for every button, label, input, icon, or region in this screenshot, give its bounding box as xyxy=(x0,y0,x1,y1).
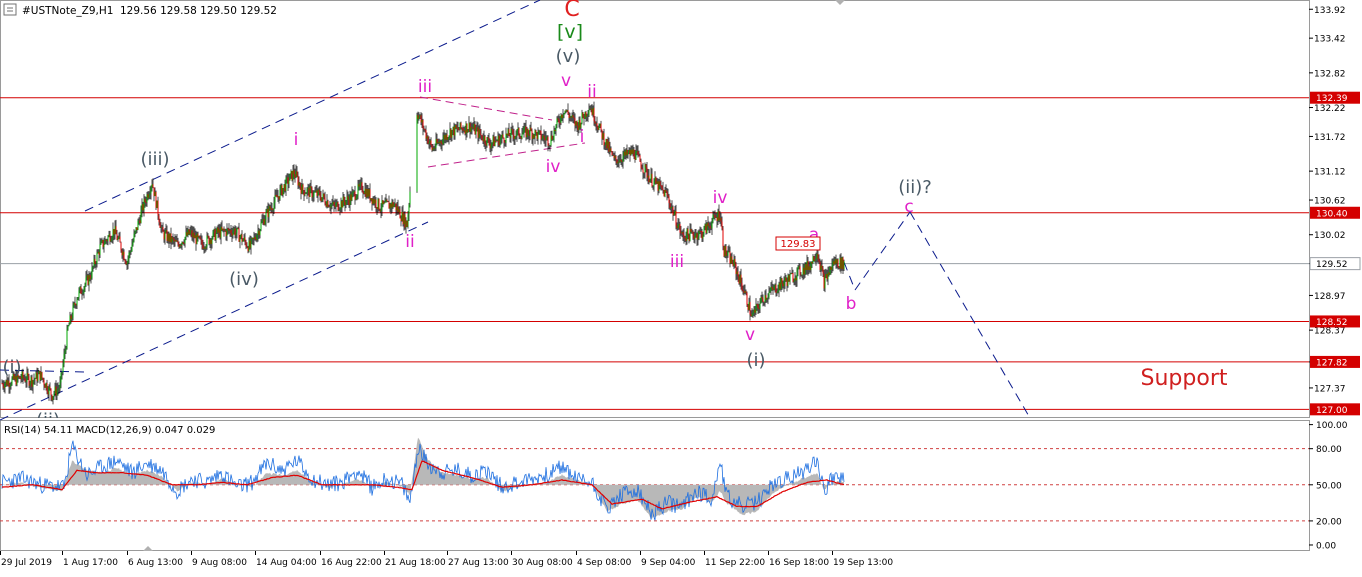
time-tick-label: 9 Sep 04:00 xyxy=(641,558,696,568)
price-tick-label: 132.82 xyxy=(1314,69,1346,79)
wave-label-iv-right: iv xyxy=(713,188,728,208)
level-price-tag-label: 127.82 xyxy=(1316,358,1348,368)
time-tick-label: 9 Aug 08:00 xyxy=(192,558,247,568)
wave-label-iv-triangle: iv xyxy=(546,157,561,177)
price-tick-label: 132.22 xyxy=(1314,104,1346,114)
high-marker: 129.83 xyxy=(775,236,821,251)
level-price-tag-label: 130.40 xyxy=(1316,209,1348,219)
symbol-title: #USTNote_Z9,H1 xyxy=(22,5,113,17)
wave-label-v-grey: (v) xyxy=(556,46,581,67)
time-tick-label: 14 Aug 04:00 xyxy=(256,558,317,568)
wave-label-ii-question: (ii)? xyxy=(898,177,932,198)
price-tick-label: 131.72 xyxy=(1314,133,1346,143)
indicator-tick-label: 100.00 xyxy=(1316,421,1348,431)
chart-header: #USTNote_Z9,H1 129.56 129.58 129.50 129.… xyxy=(3,3,277,17)
time-tick-label: 16 Aug 22:00 xyxy=(321,558,382,568)
price-tick-label: 130.02 xyxy=(1314,231,1346,241)
wave-label-ii-top: ii xyxy=(587,82,596,102)
chart-window[interactable]: 133.92 133.42 132.82 132.22 131.72 131.12 130.… xyxy=(0,0,1362,573)
wave-label-c-pink: c xyxy=(904,197,913,217)
indicator-tick-label: 0.00 xyxy=(1316,541,1336,551)
wave-label-iv-grey: (iv) xyxy=(229,269,259,290)
price-tick-label: 133.92 xyxy=(1314,6,1346,16)
high-marker-label: 129.83 xyxy=(781,239,816,250)
time-tick-label: 1 Aug 17:00 xyxy=(63,558,118,568)
wave-label-iii-right: iii xyxy=(670,252,684,272)
support-label: Support xyxy=(1141,366,1228,391)
time-tick-label: 16 Sep 18:00 xyxy=(769,558,829,568)
price-tick-label: 130.62 xyxy=(1314,197,1346,207)
wave-label-ii-pink: ii xyxy=(405,232,414,252)
price-tick-label: 133.42 xyxy=(1314,35,1346,45)
wave-label-iii-grey: (iii) xyxy=(140,149,169,170)
price-tick-label: 128.97 xyxy=(1314,292,1346,302)
symbol-icon xyxy=(3,3,17,16)
price-tick-label: 127.37 xyxy=(1314,384,1346,394)
wave-label-v-green: [v] xyxy=(557,21,583,43)
price-tick-label: 128.37 xyxy=(1314,327,1346,337)
time-tick-label: 30 Aug 08:00 xyxy=(512,558,573,568)
wave-label-b: b xyxy=(846,294,857,314)
indicator-tick-label: 50.00 xyxy=(1316,481,1342,491)
wave-label-c: C xyxy=(564,0,579,22)
level-price-tag-label: 132.39 xyxy=(1316,94,1348,104)
indicator-title: RSI(14) 54.11 MACD(12,26,9) 0.047 0.029 xyxy=(4,425,215,436)
time-tick-label: 11 Sep 22:00 xyxy=(705,558,765,568)
wave-label-iii-top: iii xyxy=(418,77,432,97)
time-tick-label: 27 Aug 13:00 xyxy=(448,558,509,568)
wave-label-i-grey-left: (i) xyxy=(2,357,21,378)
time-tick-label: 29 Jul 2019 xyxy=(1,558,52,568)
price-tick-label: 131.12 xyxy=(1314,168,1346,178)
wave-label-i-pink: i xyxy=(294,130,299,150)
wave-label-v-low: v xyxy=(745,325,755,345)
time-tick-label: 21 Aug 18:00 xyxy=(385,558,446,568)
wave-label-i-triangle: i xyxy=(580,127,585,147)
level-price-tag-label: 127.00 xyxy=(1316,406,1348,416)
wave-label-i-grey-low: (i) xyxy=(746,350,765,371)
wave-label-v-top: v xyxy=(561,71,571,91)
indicator-tick-label: 80.00 xyxy=(1316,445,1342,455)
current-price-tag-label: 129.52 xyxy=(1316,260,1348,270)
indicator-tick-label: 20.00 xyxy=(1316,517,1342,527)
time-tick-label: 6 Aug 13:00 xyxy=(128,558,183,568)
time-tick-label: 19 Sep 13:00 xyxy=(833,558,893,568)
ohlc-values: 129.56 129.58 129.50 129.52 xyxy=(120,5,277,17)
level-price-tag-label: 128.52 xyxy=(1316,318,1348,328)
time-tick-label: 4 Sep 08:00 xyxy=(577,558,632,568)
price-chart[interactable]: 133.92 133.42 132.82 132.22 131.72 131.12 130.… xyxy=(0,0,1362,573)
